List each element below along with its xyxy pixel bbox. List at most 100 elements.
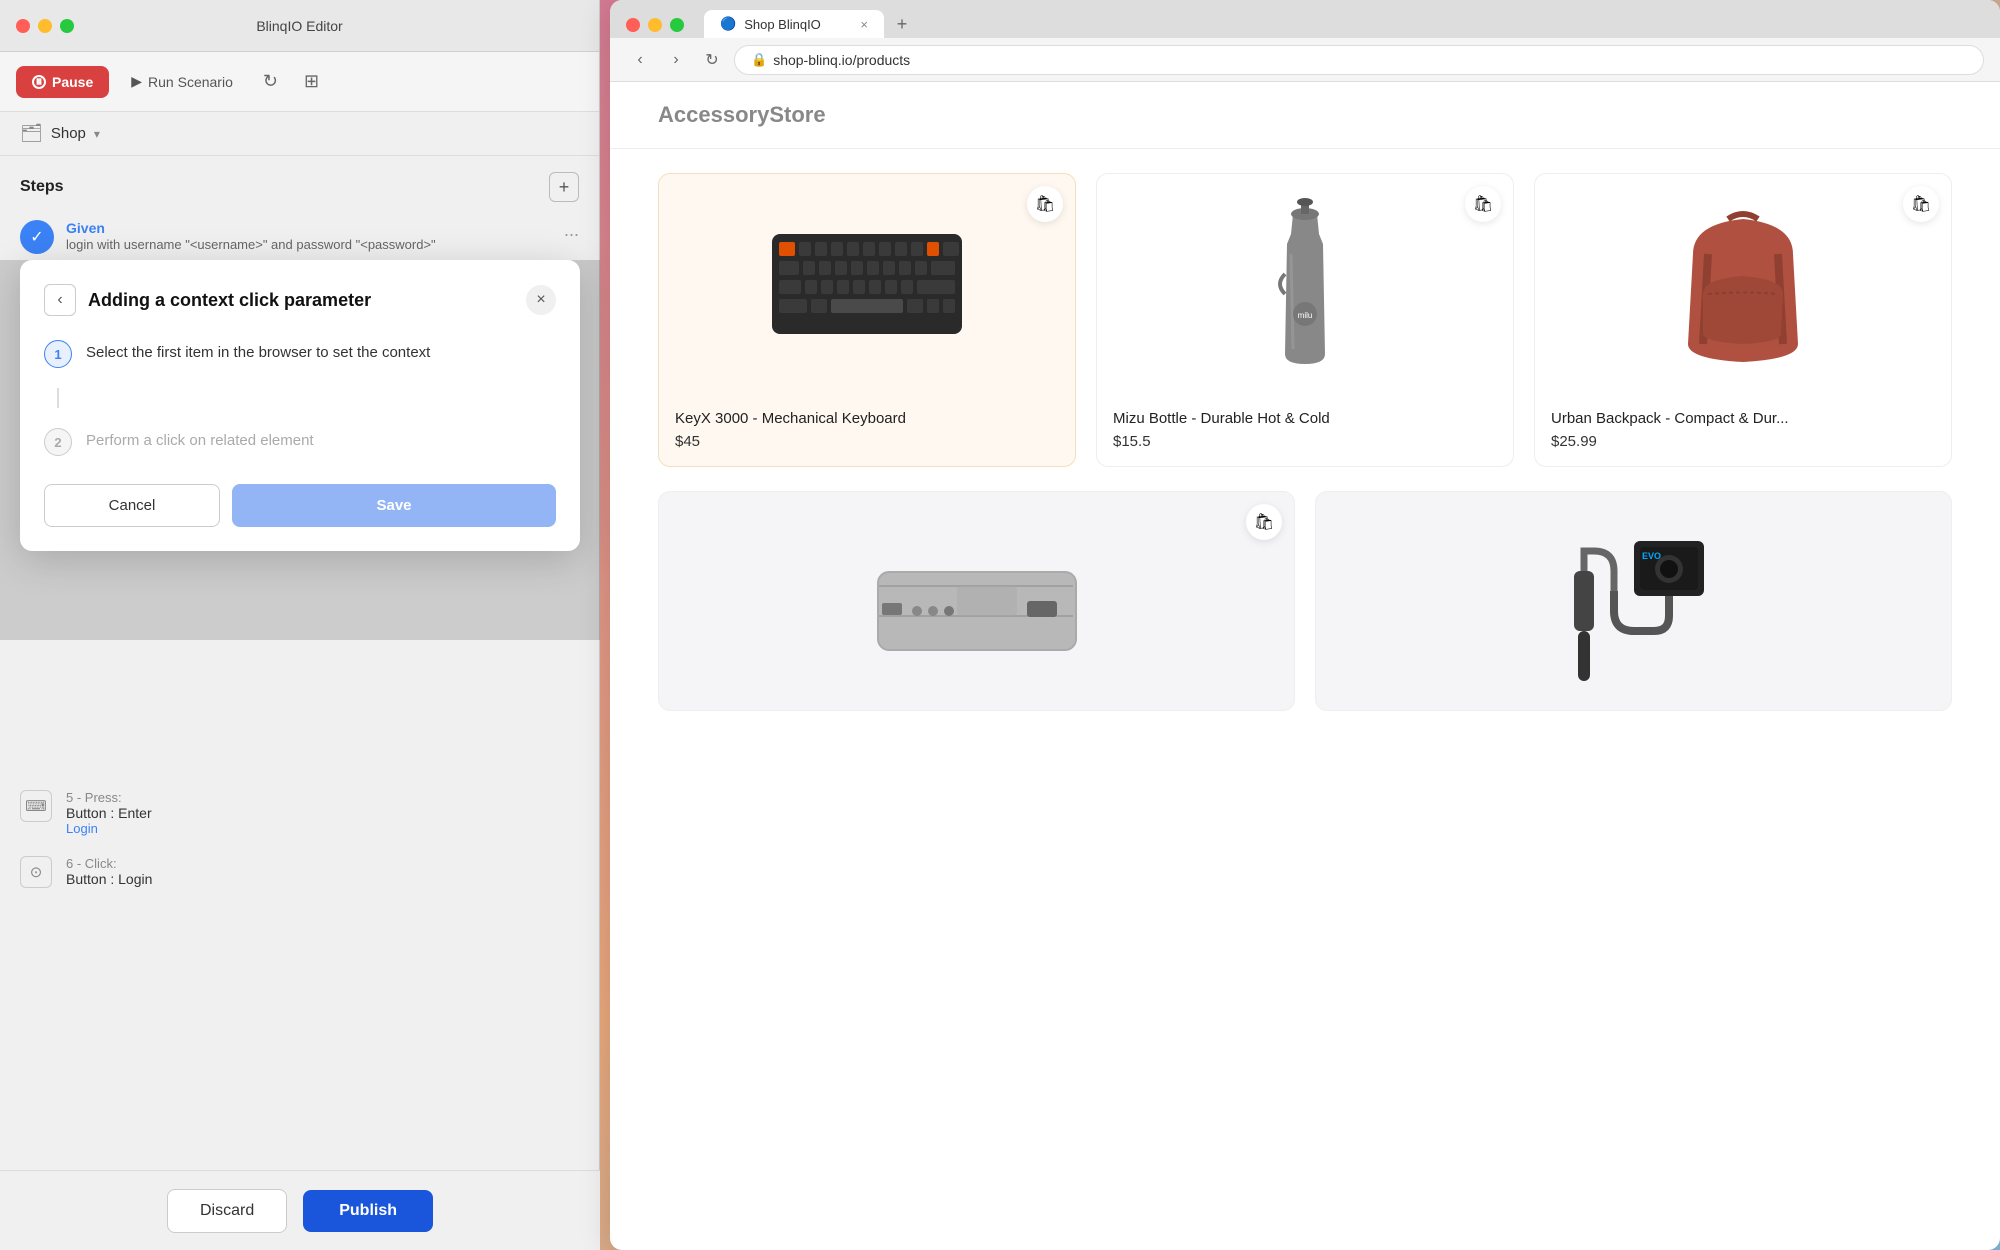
- step-6-action: Button : Login: [66, 871, 580, 887]
- tab-close-button[interactable]: ×: [860, 17, 868, 32]
- browser-minimize-btn[interactable]: [648, 18, 662, 32]
- backpack-svg: [1663, 194, 1823, 374]
- chevron-down-icon[interactable]: ▾: [94, 127, 100, 141]
- modal-backdrop: ‹ Adding a context click parameter × 1 S…: [0, 260, 600, 640]
- pause-button[interactable]: ⏸ Pause: [16, 66, 109, 98]
- step-6-action-label: 6 - Click:: [66, 856, 580, 871]
- bottle-name: Mizu Bottle - Durable Hot & Cold: [1113, 410, 1497, 427]
- add-to-cart-bottle[interactable]: 🛍: [1465, 186, 1501, 222]
- refresh-button[interactable]: ↻: [255, 63, 286, 100]
- modal-header: ‹ Adding a context click parameter ×: [44, 284, 556, 316]
- minimize-window-btn[interactable]: [38, 19, 52, 33]
- keyboard-icon: ⌨: [20, 790, 52, 822]
- step-5-link[interactable]: Login: [66, 821, 580, 836]
- chevron-down-icon: ✓: [30, 227, 43, 247]
- tab-title: Shop BlinqIO: [744, 17, 821, 32]
- discard-button[interactable]: Discard: [167, 1189, 287, 1233]
- step-6-info: 6 - Click: Button : Login: [66, 856, 580, 887]
- product-card-bottle[interactable]: 🛍 milu: [1096, 173, 1514, 467]
- reload-nav-button[interactable]: ↻: [698, 46, 726, 74]
- backpack-product-info: Urban Backpack - Compact & Dur... $25.99: [1535, 394, 1951, 466]
- svg-text:milu: milu: [1298, 311, 1313, 320]
- modal-step-num-2: 2: [44, 428, 72, 456]
- run-scenario-button[interactable]: ▶ Run Scenario: [119, 65, 245, 98]
- forward-nav-button[interactable]: ›: [662, 46, 690, 74]
- tab-bar: 🔵 Shop BlinqIO × +: [610, 0, 2000, 38]
- pause-label: Pause: [52, 74, 93, 90]
- product-card-powerbank[interactable]: 🛍: [658, 491, 1295, 711]
- new-tab-button[interactable]: +: [888, 10, 916, 38]
- product-card-gimbal[interactable]: EVO: [1315, 491, 1952, 711]
- lock-icon: 🔒: [751, 52, 767, 68]
- context-bar: 🗂 Shop ▾: [0, 112, 599, 156]
- bottle-price: $15.5: [1113, 433, 1497, 450]
- products-grid: 🛍: [610, 149, 2000, 491]
- layout-button[interactable]: ⊞: [296, 63, 327, 100]
- address-bar: ‹ › ↻ 🔒 shop-blinq.io/products: [610, 38, 2000, 82]
- products-row2: 🛍: [610, 491, 2000, 735]
- fullscreen-window-btn[interactable]: [60, 19, 74, 33]
- modal-back-button[interactable]: ‹: [44, 284, 76, 316]
- folder-icon: 🗂: [20, 123, 43, 144]
- add-to-cart-backpack[interactable]: 🛍: [1903, 186, 1939, 222]
- click-icon: ⊙: [20, 856, 52, 888]
- product-image-area-keyboard: 🛍: [659, 174, 1075, 394]
- add-to-cart-keyboard[interactable]: 🛍: [1027, 186, 1063, 222]
- active-tab[interactable]: 🔵 Shop BlinqIO ×: [704, 10, 884, 38]
- close-window-btn[interactable]: [16, 19, 30, 33]
- store-logo: AccessoryStore: [658, 102, 1952, 128]
- product-image-area-bottle: 🛍 milu: [1097, 174, 1513, 394]
- modal-dialog: ‹ Adding a context click parameter × 1 S…: [20, 260, 580, 551]
- step-more-button[interactable]: ...: [564, 220, 579, 241]
- address-input[interactable]: 🔒 shop-blinq.io/products: [734, 45, 1984, 75]
- svg-text:EVO: EVO: [1642, 551, 1661, 561]
- store-header: AccessoryStore: [610, 82, 2000, 149]
- modal-close-button[interactable]: ×: [526, 285, 556, 315]
- browser-fullscreen-btn[interactable]: [670, 18, 684, 32]
- editor-title: BlinqIO Editor: [256, 18, 342, 34]
- toolbar: ⏸ Pause ▶ Run Scenario ↻ ⊞: [0, 52, 599, 112]
- tab-favicon: 🔵: [720, 16, 736, 32]
- modal-step-text-1: Select the first item in the browser to …: [86, 340, 430, 365]
- step-5-action-label: 5 - Press:: [66, 790, 580, 805]
- product-image-area-backpack: 🛍: [1535, 174, 1951, 394]
- given-step-content: Given login with username "<username>" a…: [66, 220, 552, 254]
- add-to-cart-powerbank[interactable]: 🛍: [1246, 504, 1282, 540]
- title-bar: BlinqIO Editor: [0, 0, 599, 52]
- browser-panel: 🔵 Shop BlinqIO × + ‹ › ↻ 🔒 shop-blinq.io…: [610, 0, 2000, 1250]
- keyboard-name: KeyX 3000 - Mechanical Keyboard: [675, 410, 1059, 427]
- bottle-product-info: Mizu Bottle - Durable Hot & Cold $15.5: [1097, 394, 1513, 466]
- gimbal-svg: EVO: [1534, 521, 1734, 681]
- modal-step-num-1: 1: [44, 340, 72, 368]
- step-5-info: 5 - Press: Button : Enter Login: [66, 790, 580, 836]
- steps-title: Steps: [20, 178, 64, 196]
- bottle-svg: milu: [1265, 194, 1345, 374]
- modal-step-2: 2 Perform a click on related element: [44, 428, 556, 456]
- add-step-button[interactable]: +: [549, 172, 579, 202]
- publish-button[interactable]: Publish: [303, 1190, 433, 1232]
- browser-close-btn[interactable]: [626, 18, 640, 32]
- cancel-button[interactable]: Cancel: [44, 484, 220, 527]
- keyboard-price: $45: [675, 433, 1059, 450]
- back-nav-button[interactable]: ‹: [626, 46, 654, 74]
- modal-actions: Cancel Save: [44, 484, 556, 527]
- play-icon: ▶: [131, 73, 142, 90]
- browser-content: AccessoryStore 🛍: [610, 82, 2000, 1198]
- given-step-icon: ✓: [20, 220, 54, 254]
- save-button[interactable]: Save: [232, 484, 556, 527]
- modal-step-text-2: Perform a click on related element: [86, 428, 314, 453]
- modal-title: Adding a context click parameter: [88, 290, 514, 311]
- given-label: Given: [66, 220, 552, 236]
- steps-header: Steps +: [0, 156, 599, 210]
- product-card-backpack[interactable]: 🛍 Urba: [1534, 173, 1952, 467]
- step-5-item: ⌨ 5 - Press: Button : Enter Login: [20, 780, 580, 846]
- product-card-keyboard[interactable]: 🛍: [658, 173, 1076, 467]
- address-text: shop-blinq.io/products: [773, 52, 910, 68]
- given-description: login with username "<username>" and pas…: [66, 236, 552, 254]
- pause-icon: ⏸: [32, 75, 46, 89]
- powerbank-svg: [857, 531, 1097, 671]
- modal-steps-list: 1 Select the first item in the browser t…: [44, 340, 556, 456]
- logo-part2: Store: [769, 102, 825, 127]
- backpack-name: Urban Backpack - Compact & Dur...: [1551, 410, 1935, 427]
- keyboard-svg: [767, 224, 967, 344]
